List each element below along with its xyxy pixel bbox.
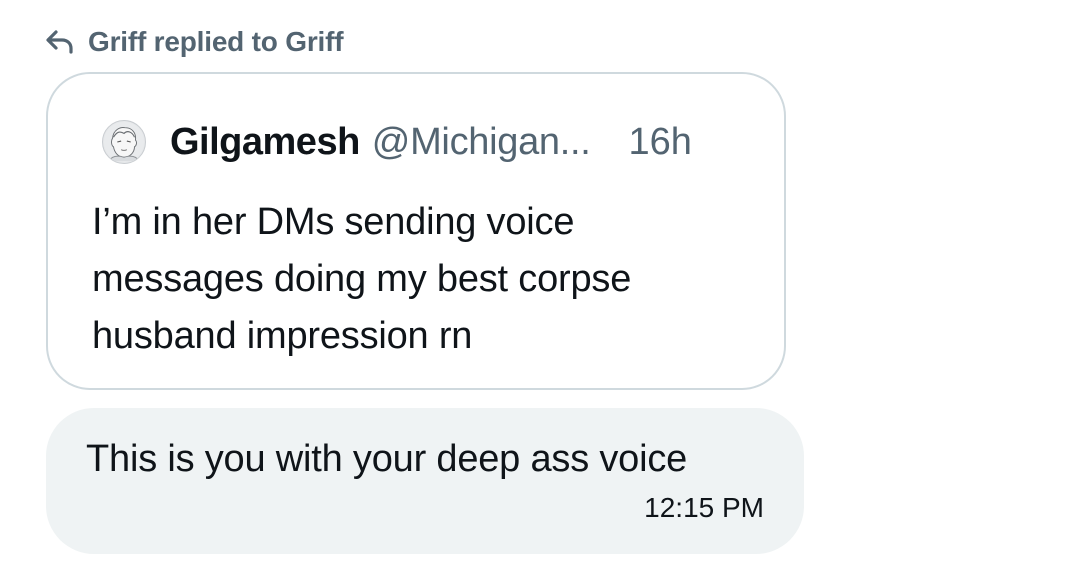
quoted-post-header: Gilgamesh @Michigan... 16h: [102, 120, 692, 164]
quoted-post-text: I’m in her DMs sending voice messages do…: [92, 201, 632, 357]
reply-context-header: Griff replied to Griff: [44, 24, 344, 60]
author-name[interactable]: Gilgamesh: [170, 121, 360, 164]
post-time: 16h: [628, 120, 692, 163]
reply-context-text: Griff replied to Griff: [88, 26, 344, 57]
message-text: This is you with your deep ass voice: [86, 438, 688, 480]
reply-arrow-icon: [44, 26, 76, 58]
message-bubble[interactable]: This is you with your deep ass voice 12:…: [46, 408, 804, 554]
avatar[interactable]: [102, 120, 146, 164]
author-handle[interactable]: @Michigan...: [372, 121, 591, 164]
quoted-post-card[interactable]: Gilgamesh @Michigan... 16h I’m in her DM…: [46, 72, 786, 390]
message-timestamp: 12:15 PM: [644, 492, 764, 523]
